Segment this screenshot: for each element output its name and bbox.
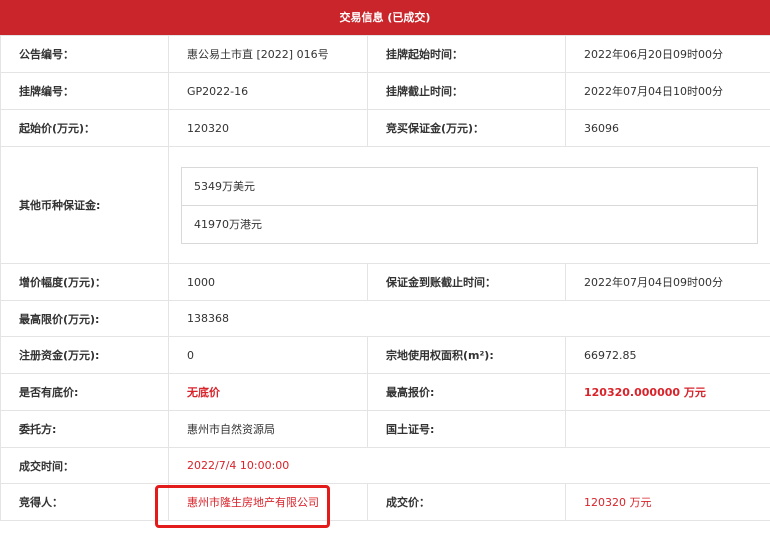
listing-end-time-value: 2022年07月04日10时00分 [565,72,770,110]
listing-number-label: 挂牌编号： [0,72,169,110]
deposit-value: 36096 [565,109,770,147]
table-row: 注册资金(万元): 0 宗地使用权面积(m²): 66972.85 [0,336,770,374]
highest-bid-value: 120320.000000 万元 [565,373,770,411]
increment-label: 增价幅度(万元)： [0,263,169,301]
deal-time-value: 2022/7/4 10:00:00 [168,447,770,484]
announcement-number-value: 惠公易土市直 [2022] 016号 [168,35,368,73]
registered-capital-label: 注册资金(万元): [0,336,169,374]
listing-start-time-label: 挂牌起始时间： [367,35,566,73]
table-row: 竞得人： 惠州市隆生房地产有限公司 成交价： 120320 万元 [0,483,770,521]
winning-bidder-label: 竞得人： [0,483,169,521]
table-row: 起始价(万元)： 120320 竞买保证金(万元)： 36096 [0,109,770,147]
entrusting-party-value: 惠州市自然资源局 [168,410,368,448]
table-row: 其他币种保证金: 5349万美元 41970万港元 [0,146,770,264]
registered-capital-value: 0 [168,336,368,374]
deposit-deadline-label: 保证金到账截止时间： [367,263,566,301]
other-currency-item-hkd: 41970万港元 [182,204,757,243]
deal-price-label: 成交价： [367,483,566,521]
other-currency-deposit-cell: 5349万美元 41970万港元 [168,146,770,264]
table-row: 成交时间： 2022/7/4 10:00:00 [0,447,770,484]
land-area-label: 宗地使用权面积(m²): [367,336,566,374]
listing-end-time-label: 挂牌截止时间： [367,72,566,110]
winning-bidder-highlight-box [155,485,330,528]
land-certificate-value [565,410,770,448]
reserve-price-value: 无底价 [168,373,368,411]
table-row: 委托方: 惠州市自然资源局 国土证号: [0,410,770,448]
land-area-value: 66972.85 [565,336,770,374]
listing-start-time-value: 2022年06月20日09时00分 [565,35,770,73]
max-price-value: 138368 [168,300,770,337]
table-row: 公告编号： 惠公易土市直 [2022] 016号 挂牌起始时间： 2022年06… [0,35,770,73]
other-currency-list: 5349万美元 41970万港元 [181,166,758,244]
reserve-price-label: 是否有底价: [0,373,169,411]
deposit-label: 竞买保证金(万元)： [367,109,566,147]
table-row: 最高限价(万元): 138368 [0,300,770,337]
max-price-label: 最高限价(万元): [0,300,169,337]
table-row: 增价幅度(万元)： 1000 保证金到账截止时间： 2022年07月04日09时… [0,263,770,301]
deal-price-value: 120320 万元 [565,483,770,521]
transaction-info-panel: 交易信息 (已成交) 公告编号： 惠公易土市直 [2022] 016号 挂牌起始… [0,0,770,541]
entrusting-party-label: 委托方: [0,410,169,448]
table-row: 挂牌编号： GP2022-16 挂牌截止时间： 2022年07月04日10时00… [0,72,770,110]
transaction-info-table: 公告编号： 惠公易土市直 [2022] 016号 挂牌起始时间： 2022年06… [0,35,770,521]
table-row: 是否有底价: 无底价 最高报价: 120320.000000 万元 [0,373,770,411]
listing-number-value: GP2022-16 [168,72,368,110]
highest-bid-label: 最高报价: [367,373,566,411]
other-currency-item-usd: 5349万美元 [194,179,255,193]
increment-value: 1000 [168,263,368,301]
other-currency-deposit-label: 其他币种保证金: [0,146,169,264]
start-price-value: 120320 [168,109,368,147]
start-price-label: 起始价(万元)： [0,109,169,147]
panel-title: 交易信息 (已成交) [0,0,770,35]
deal-time-label: 成交时间： [0,447,169,484]
announcement-number-label: 公告编号： [0,35,169,73]
land-certificate-label: 国土证号: [367,410,566,448]
deposit-deadline-value: 2022年07月04日09时00分 [565,263,770,301]
